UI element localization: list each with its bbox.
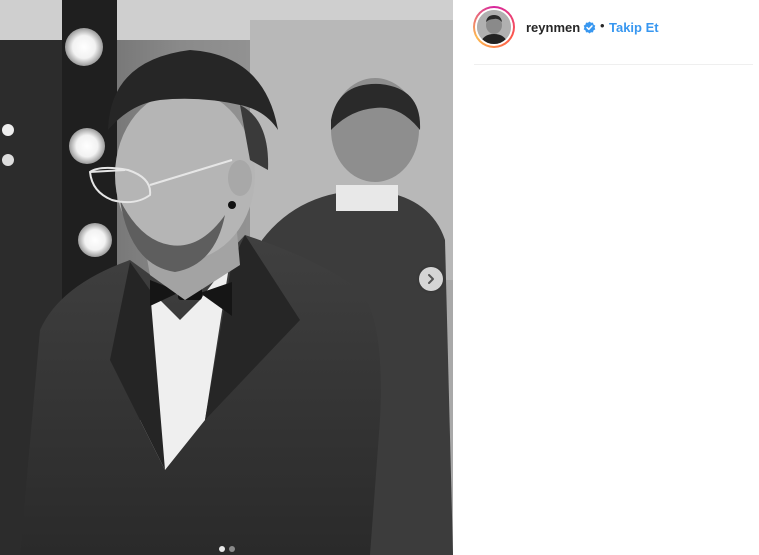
carousel-dot [218, 546, 225, 552]
verified-badge-icon [583, 21, 596, 34]
chevron-right-icon [428, 274, 434, 284]
post-photo[interactable] [0, 0, 453, 555]
avatar-photo [477, 10, 511, 44]
avatar[interactable] [473, 6, 515, 48]
carousel-next-button[interactable] [419, 267, 443, 291]
carousel-dot [228, 546, 235, 552]
separator-dot: • [600, 18, 605, 33]
photo-scene [0, 0, 453, 555]
follow-button[interactable]: Takip Et [609, 20, 659, 35]
header-divider [474, 64, 753, 65]
username-link[interactable]: reynmen [526, 20, 580, 35]
carousel-indicator [0, 546, 453, 552]
post-header: reynmen [453, 0, 759, 64]
